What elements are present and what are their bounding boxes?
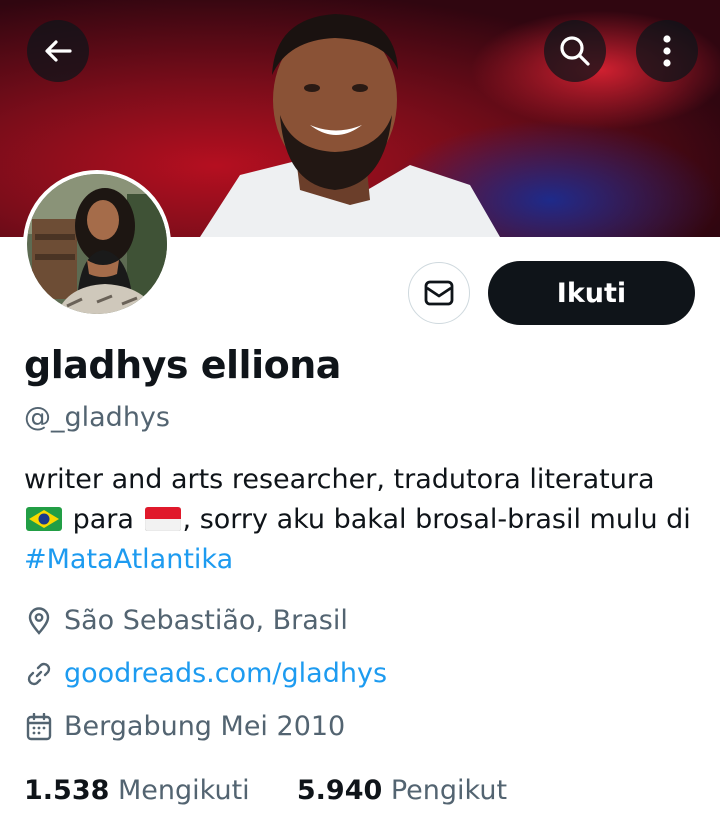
following-label: Mengikuti — [118, 775, 250, 806]
followers-label: Pengikut — [390, 775, 508, 806]
search-button[interactable] — [544, 20, 606, 82]
envelope-icon — [424, 280, 454, 306]
profile-location: São Sebastião, Brasil — [24, 605, 348, 636]
avatar-photo — [27, 174, 167, 314]
banner-photo-person — [200, 14, 500, 237]
arrow-left-icon — [45, 40, 72, 62]
more-vertical-icon — [663, 35, 671, 67]
hashtag-link[interactable]: #MataAtlantika — [24, 544, 233, 575]
location-text: São Sebastião, Brasil — [64, 605, 348, 636]
follow-button[interactable]: Ikuti — [488, 261, 695, 325]
search-icon — [560, 36, 590, 66]
calendar-icon — [24, 712, 54, 742]
back-button[interactable] — [27, 20, 89, 82]
followers-count: 5.940 — [296, 775, 383, 806]
following-link[interactable]: 1.538 Mengikuti — [24, 775, 250, 806]
message-button[interactable] — [408, 262, 470, 324]
indonesia-flag-icon — [144, 507, 181, 531]
location-pin-icon — [24, 606, 54, 636]
followers-link[interactable]: 5.940 Pengikut — [297, 775, 507, 806]
brazil-flag-icon — [26, 507, 62, 531]
bio-text: , sorry aku bakal brosal-brasil mulu di — [182, 504, 691, 535]
more-options-button[interactable] — [636, 20, 698, 82]
profile-stats: 1.538 Mengikuti 5.940 Pengikut — [24, 775, 507, 806]
bio-text: para — [72, 504, 134, 535]
profile-handle: @_gladhys — [24, 402, 170, 433]
profile-name: gladhys elliona — [24, 343, 341, 387]
follow-button-label: Ikuti — [556, 277, 627, 309]
bio-text: writer and arts researcher, tradutora li… — [24, 464, 655, 495]
profile-bio: writer and arts researcher, tradutora li… — [24, 460, 714, 580]
link-icon — [24, 659, 54, 689]
profile-joined-date: Bergabung Mei 2010 — [24, 711, 345, 742]
following-count: 1.538 — [24, 775, 110, 806]
avatar[interactable] — [23, 170, 171, 318]
website-link[interactable]: goodreads.com/gladhys — [64, 658, 387, 689]
profile-website: goodreads.com/gladhys — [24, 658, 387, 689]
joined-text: Bergabung Mei 2010 — [64, 711, 346, 742]
